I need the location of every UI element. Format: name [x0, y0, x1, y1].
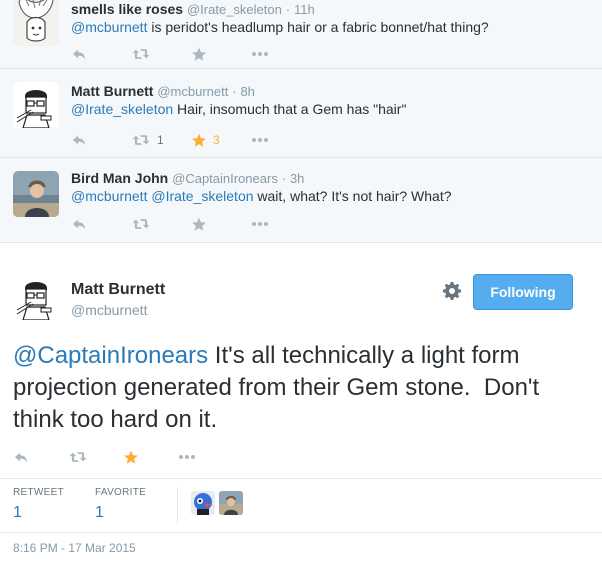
author-handle[interactable]: @mcburnett [157, 84, 228, 99]
reply-button[interactable] [71, 46, 131, 62]
favorite-button[interactable] [191, 46, 251, 62]
retweet-icon [131, 133, 151, 147]
reply-button[interactable] [13, 449, 68, 465]
favorite-button[interactable] [191, 216, 251, 232]
more-button[interactable] [251, 216, 311, 232]
mention-link[interactable]: @mcburnett [71, 19, 147, 35]
tweet-actions [71, 216, 311, 232]
tweet-text: @Irate_skeleton Hair, insomuch that a Ge… [71, 101, 407, 117]
favorite-button[interactable]: 3 [191, 132, 251, 148]
author-handle[interactable]: @Irate_skeleton [187, 2, 282, 17]
retweet-count: 1 [157, 133, 164, 147]
retweet-button[interactable] [131, 216, 191, 232]
retweet-stat-count[interactable]: 1 [13, 504, 64, 522]
reply-tweet[interactable]: Matt Burnett @mcburnett · 8h @Irate_skel… [0, 69, 602, 158]
retweet-icon [68, 450, 88, 464]
reply-tweet[interactable]: Bird Man John @CaptainIronears · 3h @mcb… [0, 158, 602, 243]
mention-link[interactable]: @Irate_skeleton [151, 188, 253, 204]
favoriter-avatar[interactable] [219, 491, 243, 515]
mention-link[interactable]: @CaptainIronears [13, 342, 208, 369]
tweet-text: @mcburnett @Irate_skeleton wait, what? I… [71, 188, 452, 204]
mention-link[interactable]: @Irate_skeleton [71, 101, 173, 117]
retweet-button[interactable] [131, 46, 191, 62]
tweet-time[interactable]: 8h [240, 84, 254, 99]
reply-button[interactable] [71, 132, 131, 148]
tweet-time[interactable]: 11h [294, 2, 315, 17]
author-handle[interactable]: @mcburnett [71, 302, 147, 318]
favorite-icon [191, 217, 207, 232]
retweet-icon [131, 47, 151, 61]
author-name[interactable]: Matt Burnett [71, 83, 153, 99]
tweet-actions [71, 46, 311, 62]
following-button[interactable]: Following [473, 274, 573, 310]
retweet-button[interactable] [68, 449, 123, 465]
tweet-actions [13, 449, 233, 465]
favorite-count: 3 [213, 133, 220, 147]
more-icon [251, 221, 269, 227]
tweet-timestamp[interactable]: 8:16 PM - 17 Mar 2015 [13, 541, 136, 555]
mention-link[interactable]: @mcburnett [71, 188, 147, 204]
tweet-actions: 1 3 [71, 132, 311, 148]
more-icon [251, 51, 269, 57]
reply-button[interactable] [71, 216, 131, 232]
favorite-button[interactable] [123, 449, 178, 465]
favorite-icon [191, 47, 207, 62]
more-button[interactable] [251, 132, 311, 148]
gear-icon[interactable] [443, 282, 461, 300]
favorite-stat-count[interactable]: 1 [95, 504, 146, 522]
avatar[interactable] [13, 274, 59, 320]
reply-icon [71, 217, 87, 231]
more-icon [251, 137, 269, 143]
avatar[interactable] [13, 82, 59, 128]
retweet-stat[interactable]: RETWEET 1 [13, 487, 64, 522]
favorite-stat[interactable]: FAVORITE 1 [95, 487, 146, 522]
more-button[interactable] [251, 46, 311, 62]
more-button[interactable] [178, 449, 233, 465]
divider [177, 487, 178, 523]
reply-icon [71, 133, 87, 147]
reply-icon [13, 450, 29, 464]
favorite-icon [123, 450, 139, 465]
avatar[interactable] [13, 0, 59, 46]
author-name[interactable]: Bird Man John [71, 170, 168, 186]
retweet-icon [131, 217, 151, 231]
author-name[interactable]: smells like roses [71, 1, 183, 17]
retweet-button[interactable]: 1 [131, 132, 191, 148]
tweet-text: @mcburnett is peridot's headlump hair or… [71, 19, 489, 35]
favorite-icon [191, 133, 207, 148]
favorite-stat-label: FAVORITE [95, 487, 147, 498]
tweet-text: @CaptainIronears It's all technically a … [13, 342, 546, 433]
author-handle[interactable]: @CaptainIronears [172, 171, 278, 186]
main-tweet: Matt Burnett @mcburnett Following @Capta… [0, 244, 602, 562]
reply-thread: smells like roses @Irate_skeleton · 11h … [0, 0, 602, 243]
reply-tweet[interactable]: smells like roses @Irate_skeleton · 11h … [0, 0, 602, 69]
reply-icon [71, 47, 87, 61]
tweet-time[interactable]: 3h [290, 171, 304, 186]
favoriter-avatar[interactable] [191, 491, 215, 515]
avatar[interactable] [13, 171, 59, 217]
retweet-stat-label: RETWEET [13, 487, 64, 498]
tweet-stats: RETWEET 1 FAVORITE 1 [0, 478, 602, 533]
more-icon [178, 454, 196, 460]
author-name[interactable]: Matt Burnett [71, 281, 165, 299]
